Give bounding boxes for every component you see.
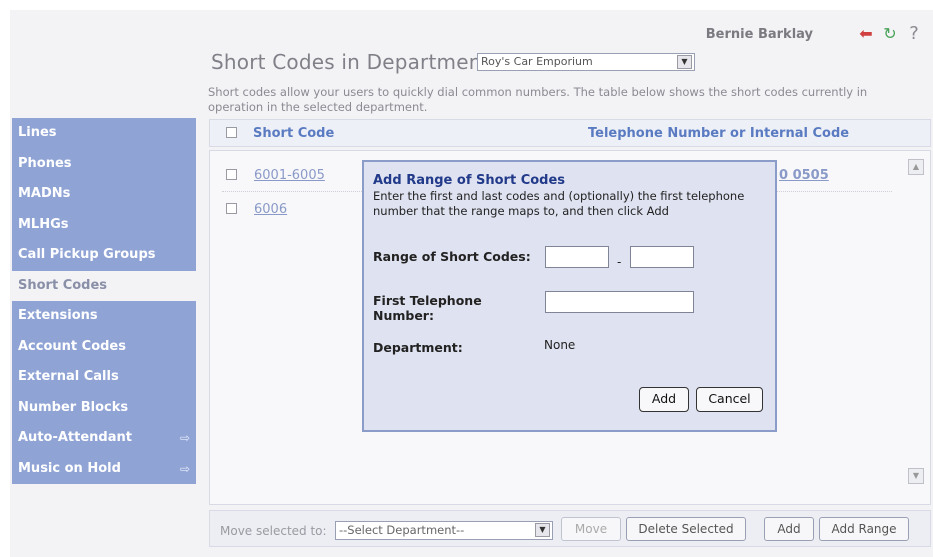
- sidebar-item-auto-attendant[interactable]: Auto-Attendant ⇨: [12, 423, 196, 454]
- user-name: Bernie Barklay: [705, 27, 813, 42]
- sidebar-item-short-codes[interactable]: Short Codes: [12, 270, 196, 301]
- table-header: Short Code Telephone Number or Internal …: [209, 119, 931, 147]
- column-header-short-code[interactable]: Short Code: [253, 126, 334, 141]
- sidebar-item-music-on-hold[interactable]: Music on Hold ⇨: [12, 453, 196, 484]
- scroll-up-button[interactable]: ▲: [908, 159, 924, 175]
- short-code-link[interactable]: 6001-6005: [254, 168, 325, 183]
- page-title: Short Codes in Department:: [211, 50, 497, 74]
- department-select-value: Roy's Car Emporium: [481, 55, 593, 68]
- select-all-checkbox[interactable]: [226, 127, 237, 138]
- sidebar-item-extensions[interactable]: Extensions: [12, 301, 196, 332]
- sidebar-item-external-calls[interactable]: External Calls: [12, 362, 196, 393]
- chevron-down-icon[interactable]: ▼: [677, 55, 692, 69]
- range-separator: -: [617, 255, 622, 269]
- move-label: Move selected to:: [220, 524, 327, 538]
- department-select[interactable]: Roy's Car Emporium ▼: [477, 53, 695, 71]
- top-icons: ⬅ ↻ ?: [857, 23, 923, 44]
- sidebar-item-phones[interactable]: Phones: [12, 148, 196, 179]
- add-range-dialog: Add Range of Short Codes Enter the first…: [362, 160, 777, 432]
- sidebar-item-mlhgs[interactable]: MLHGs: [12, 209, 196, 240]
- row-checkbox[interactable]: [226, 203, 237, 214]
- scroll-down-button[interactable]: ▼: [908, 468, 924, 484]
- row-checkbox[interactable]: [226, 169, 237, 180]
- range-end-input[interactable]: [630, 246, 694, 268]
- department-value: None: [544, 338, 576, 352]
- first-telephone-input[interactable]: [545, 291, 694, 313]
- page-description: Short codes allow your users to quickly …: [208, 85, 868, 114]
- sidebar-item-madns[interactable]: MADNs: [12, 179, 196, 210]
- sidebar-item-number-blocks[interactable]: Number Blocks: [12, 392, 196, 423]
- sidebar-item-account-codes[interactable]: Account Codes: [12, 331, 196, 362]
- sidebar-item-lines[interactable]: Lines: [12, 118, 196, 149]
- first-telephone-label: First Telephone Number:: [373, 293, 482, 323]
- sidebar: Lines Phones MADNs MLHGs Call Pickup Gro…: [12, 118, 196, 484]
- dialog-instructions: Enter the first and last codes and (opti…: [373, 189, 745, 218]
- range-label: Range of Short Codes:: [373, 249, 531, 264]
- telephone-link[interactable]: 0 0505: [779, 168, 829, 183]
- logout-icon[interactable]: ⬅: [857, 24, 875, 43]
- sidebar-item-call-pickup-groups[interactable]: Call Pickup Groups: [12, 240, 196, 271]
- move-department-select[interactable]: --Select Department-- ▼: [335, 521, 553, 540]
- refresh-icon[interactable]: ↻: [881, 24, 899, 43]
- move-button[interactable]: Move: [561, 517, 621, 541]
- help-icon[interactable]: ?: [905, 23, 923, 44]
- table-footer: Move selected to: --Select Department-- …: [209, 510, 931, 547]
- column-header-telephone[interactable]: Telephone Number or Internal Code: [588, 126, 849, 141]
- add-button[interactable]: Add: [764, 517, 814, 541]
- external-link-icon: ⇨: [179, 461, 190, 476]
- add-range-button[interactable]: Add Range: [819, 517, 909, 541]
- external-link-icon: ⇨: [179, 431, 190, 445]
- dialog-cancel-button[interactable]: Cancel: [696, 387, 763, 412]
- chevron-down-icon[interactable]: ▼: [535, 523, 550, 537]
- short-code-link[interactable]: 6006: [254, 202, 287, 217]
- dialog-add-button[interactable]: Add: [639, 387, 689, 412]
- dialog-title: Add Range of Short Codes: [373, 173, 566, 188]
- range-start-input[interactable]: [545, 246, 609, 268]
- delete-selected-button[interactable]: Delete Selected: [626, 517, 746, 541]
- department-label: Department:: [373, 340, 463, 355]
